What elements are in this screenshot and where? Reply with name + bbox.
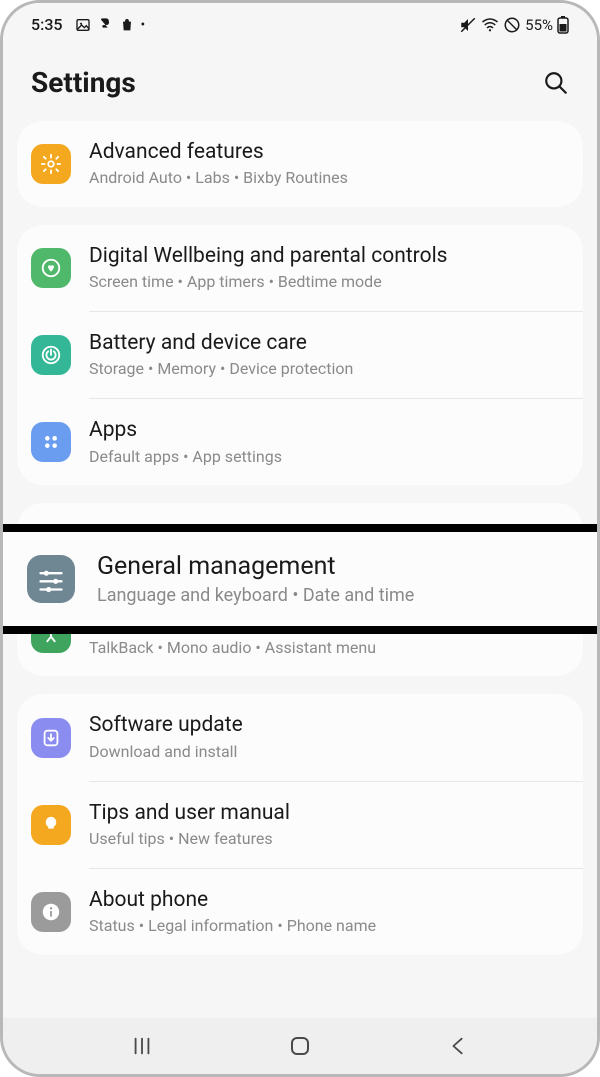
status-left: 5:35 • bbox=[31, 15, 145, 34]
bixby-icon bbox=[97, 17, 113, 33]
general-management-text: General management Language and keyboard… bbox=[97, 552, 573, 606]
mute-icon bbox=[459, 16, 477, 34]
settings-group: Software update Download and install Tips … bbox=[17, 694, 583, 954]
settings-group: Advanced featuresAndroid Auto • Labs • B… bbox=[17, 121, 583, 207]
digital-wellbeing-icon bbox=[31, 248, 71, 288]
battery-care-icon bbox=[31, 335, 71, 375]
page-title: Settings bbox=[31, 66, 136, 99]
about-phone-title: About phone bbox=[89, 887, 569, 914]
digital-wellbeing-row[interactable]: Digital Wellbeing and parental controlsS… bbox=[17, 225, 583, 311]
advanced-features-icon bbox=[31, 144, 71, 184]
tips-title: Tips and user manual bbox=[89, 800, 569, 827]
software-update-icon bbox=[31, 718, 71, 758]
digital-wellbeing-subtitle: Screen time • App timers • Bedtime mode bbox=[89, 272, 569, 293]
about-phone-icon bbox=[31, 892, 71, 932]
software-update-title: Software update bbox=[89, 712, 569, 739]
apps-title: Apps bbox=[89, 417, 569, 444]
advanced-features-title: Advanced features bbox=[89, 139, 569, 166]
image-icon bbox=[75, 17, 91, 33]
status-time: 5:35 bbox=[31, 15, 63, 34]
digital-wellbeing-title: Digital Wellbeing and parental controls bbox=[89, 243, 569, 270]
apps-subtitle: Default apps • App settings bbox=[89, 447, 569, 468]
navigation-bar bbox=[3, 1018, 597, 1074]
about-phone-row[interactable]: About phoneStatus • Legal information • … bbox=[17, 869, 583, 955]
battery-icon bbox=[557, 16, 569, 34]
accessibility-subtitle: TalkBack • Mono audio • Assistant menu bbox=[89, 638, 569, 659]
bag-icon bbox=[119, 17, 135, 33]
settings-group: Digital Wellbeing and parental controlsS… bbox=[17, 225, 583, 485]
about-phone-text: About phoneStatus • Legal information • … bbox=[89, 887, 569, 937]
battery-care-subtitle: Storage • Memory • Device protection bbox=[89, 359, 569, 380]
tips-icon bbox=[31, 805, 71, 845]
about-phone-subtitle: Status • Legal information • Phone name bbox=[89, 916, 569, 937]
advanced-features-subtitle: Android Auto • Labs • Bixby Routines bbox=[89, 168, 569, 189]
battery-care-row[interactable]: Battery and device careStorage • Memory … bbox=[17, 312, 583, 398]
battery-care-text: Battery and device careStorage • Memory … bbox=[89, 330, 569, 380]
general-management-title: General management bbox=[97, 552, 573, 581]
home-button[interactable] bbox=[287, 1033, 313, 1059]
status-right: 55% bbox=[459, 16, 569, 34]
advanced-features-text: Advanced featuresAndroid Auto • Labs • B… bbox=[89, 139, 569, 189]
software-update-subtitle: Download and install bbox=[89, 742, 569, 763]
recents-button[interactable] bbox=[129, 1033, 155, 1059]
sliders-icon bbox=[27, 555, 75, 603]
search-icon[interactable] bbox=[543, 70, 569, 96]
apps-text: Apps Default apps • App settings bbox=[89, 417, 569, 467]
tips-row[interactable]: Tips and user manualUseful tips • New fe… bbox=[17, 782, 583, 868]
tips-text: Tips and user manualUseful tips • New fe… bbox=[89, 800, 569, 850]
wifi-icon bbox=[481, 16, 499, 34]
digital-wellbeing-text: Digital Wellbeing and parental controlsS… bbox=[89, 243, 569, 293]
apps-row[interactable]: Apps Default apps • App settings bbox=[17, 399, 583, 485]
more-dot-icon: • bbox=[141, 17, 146, 33]
highlight-general-management[interactable]: General management Language and keyboard… bbox=[3, 524, 597, 634]
tips-subtitle: Useful tips • New features bbox=[89, 829, 569, 850]
back-button[interactable] bbox=[445, 1033, 471, 1059]
general-management-row[interactable]: General management Language and keyboard… bbox=[3, 532, 597, 626]
phone-frame: 5:35 • 55% Settings Advanced featuresAnd… bbox=[0, 0, 600, 1077]
status-bar: 5:35 • 55% bbox=[3, 3, 597, 40]
advanced-features-row[interactable]: Advanced featuresAndroid Auto • Labs • B… bbox=[17, 121, 583, 207]
no-data-icon bbox=[503, 16, 521, 34]
battery-text: 55% bbox=[525, 16, 553, 34]
general-management-sub: Language and keyboard • Date and time bbox=[97, 585, 573, 606]
battery-care-title: Battery and device care bbox=[89, 330, 569, 357]
software-update-row[interactable]: Software update Download and install bbox=[17, 694, 583, 780]
header: Settings bbox=[3, 40, 597, 121]
apps-icon bbox=[31, 422, 71, 462]
software-update-text: Software update Download and install bbox=[89, 712, 569, 762]
